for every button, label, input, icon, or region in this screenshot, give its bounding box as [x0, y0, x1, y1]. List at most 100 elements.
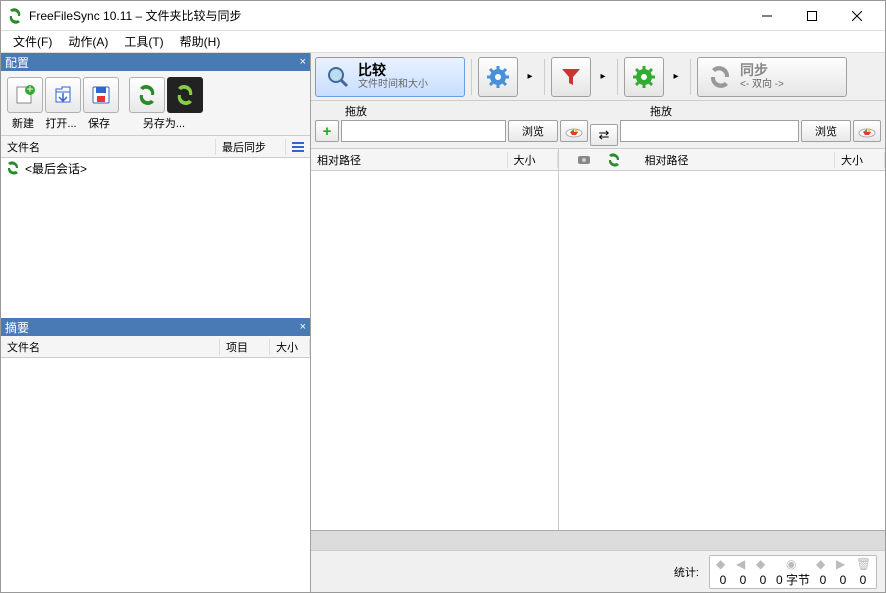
open-button[interactable] [45, 77, 81, 113]
main-area: 比较 文件时间和大小 ▸ ▸ ▸ 同步 <- 双向 -> [311, 53, 885, 592]
divider [544, 59, 545, 95]
left-cloud-button[interactable] [560, 120, 588, 142]
stat-value: 0 [820, 574, 827, 586]
left-folder-side: 拖放 + 浏览 [315, 103, 588, 146]
stat-value: 0 [840, 574, 847, 586]
col-filename[interactable]: 文件名 [1, 139, 216, 155]
middle-grid-body[interactable] [559, 171, 639, 530]
summary-col-items[interactable]: 项目 [220, 339, 270, 355]
action-bar: 比较 文件时间和大小 ▸ ▸ ▸ 同步 <- 双向 -> [311, 53, 885, 101]
data-icon: ◉ [786, 558, 800, 572]
menu-tools[interactable]: 工具(T) [116, 31, 171, 52]
divider [471, 59, 472, 95]
sync-sublabel: <- 双向 -> [740, 79, 784, 91]
sync-label: 同步 [740, 62, 784, 79]
compare-label: 比较 [358, 62, 428, 79]
summary-list-header: 文件名 项目 大小 [1, 336, 310, 358]
right-grid-col-size[interactable]: 大小 [835, 152, 885, 168]
sync-icon [5, 160, 21, 176]
stats-box: ◆0 ◀0 ◆0 ◉0 字节 ◆0 ▶0 🗑0 [709, 555, 877, 589]
compare-settings-button[interactable] [478, 57, 518, 97]
summary-col-size[interactable]: 大小 [270, 339, 310, 355]
compare-dropdown-icon[interactable]: ▸ [522, 57, 538, 97]
create-left-icon: ◆ [716, 558, 730, 572]
category-view-icon[interactable] [573, 151, 595, 169]
right-browse-button[interactable]: 浏览 [801, 120, 851, 142]
menu-file[interactable]: 文件(F) [5, 31, 60, 52]
filter-dropdown-icon[interactable]: ▸ [595, 57, 611, 97]
new-button[interactable]: + [7, 77, 43, 113]
middle-grid [559, 149, 639, 530]
sync-button[interactable]: 同步 <- 双向 -> [697, 57, 847, 97]
sync-settings-button[interactable] [624, 57, 664, 97]
config-list-menu-icon[interactable] [286, 140, 310, 154]
svg-text:+: + [26, 84, 33, 96]
right-grid: 相对路径 大小 [639, 149, 886, 530]
list-item-label: <最后会话> [25, 160, 87, 177]
right-grid-col-path[interactable]: 相对路径 [639, 152, 836, 168]
compare-button[interactable]: 比较 文件时间和大小 [315, 57, 465, 97]
sync-settings-dropdown-icon[interactable]: ▸ [668, 57, 684, 97]
left-grid-col-size[interactable]: 大小 [508, 152, 558, 168]
left-grid-body[interactable] [311, 171, 558, 530]
sync-icon [706, 63, 734, 91]
saveas-label: 另存为... [127, 115, 201, 131]
compare-sublabel: 文件时间和大小 [358, 79, 428, 91]
titlebar: FreeFileSync 10.11 – 文件夹比较与同步 [1, 1, 885, 31]
save-button[interactable] [83, 77, 119, 113]
update-right-icon: ▶ [836, 558, 850, 572]
left-path-input[interactable] [341, 120, 506, 142]
list-item[interactable]: <最后会话> [1, 158, 310, 178]
right-cloud-button[interactable] [853, 120, 881, 142]
filter-button[interactable] [551, 57, 591, 97]
sidebar: 配置 × + 新建 打开... 保存 另存为... 文件名 最后同步 [1, 53, 311, 592]
menu-action[interactable]: 动作(A) [60, 31, 116, 52]
right-drop-label: 拖放 [620, 103, 881, 119]
folder-bar: 拖放 + 浏览 ⇄ 拖放 浏览 [311, 101, 885, 149]
divider [690, 59, 691, 95]
summary-col-name[interactable]: 文件名 [1, 339, 220, 355]
config-list-header: 文件名 最后同步 [1, 136, 310, 158]
swap-sides-button[interactable]: ⇄ [590, 124, 618, 146]
summary-panel-close-icon[interactable]: × [300, 321, 306, 333]
delete-left-icon: ◆ [756, 558, 770, 572]
comparison-grid: 相对路径 大小 相对路径 大小 [311, 149, 885, 530]
save-label: 保存 [81, 115, 117, 131]
saveas-batch-button[interactable] [167, 77, 203, 113]
right-grid-body[interactable] [639, 171, 886, 530]
close-button[interactable] [834, 1, 879, 30]
window-title: FreeFileSync 10.11 – 文件夹比较与同步 [29, 7, 744, 24]
right-path-input[interactable] [620, 120, 799, 142]
update-left-icon: ◀ [736, 558, 750, 572]
bottom-scrollbar[interactable] [311, 530, 885, 550]
summary-list[interactable] [1, 358, 310, 558]
open-label: 打开... [43, 115, 79, 131]
app-icon [7, 8, 23, 24]
stat-value: 0 字节 [776, 574, 810, 586]
stat-value: 0 [860, 574, 867, 586]
window-controls [744, 1, 879, 30]
saveas-sync-button[interactable] [129, 77, 165, 113]
stats-label: 统计: [674, 564, 699, 580]
col-lastsync[interactable]: 最后同步 [216, 139, 286, 155]
right-folder-side: 拖放 浏览 [620, 103, 881, 146]
summary-panel-title: 摘要 [5, 319, 29, 336]
add-folder-pair-button[interactable]: + [315, 120, 339, 142]
left-drop-label: 拖放 [315, 103, 588, 119]
config-list[interactable]: <最后会话> [1, 158, 310, 318]
stat-value: 0 [760, 574, 767, 586]
menu-help[interactable]: 帮助(H) [172, 31, 229, 52]
create-right-icon: ◆ [816, 558, 830, 572]
config-panel-close-icon[interactable]: × [300, 56, 306, 68]
stat-value: 0 [720, 574, 727, 586]
action-view-icon[interactable] [603, 151, 625, 169]
left-grid-col-path[interactable]: 相对路径 [311, 152, 508, 168]
minimize-button[interactable] [744, 1, 789, 30]
new-label: 新建 [5, 115, 41, 131]
maximize-button[interactable] [789, 1, 834, 30]
magnifier-icon [324, 63, 352, 91]
divider [617, 59, 618, 95]
left-browse-button[interactable]: 浏览 [508, 120, 558, 142]
stat-value: 0 [740, 574, 747, 586]
config-panel-title: 配置 [5, 54, 29, 71]
